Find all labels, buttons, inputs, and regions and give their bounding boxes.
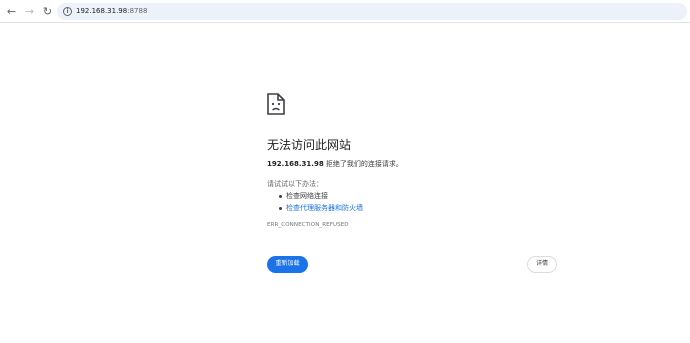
sad-page-icon xyxy=(267,93,285,115)
host-name: 192.168.31.98 xyxy=(267,160,324,168)
suggestion-list: 检查网络连接 检查代理服务器和防火墙 xyxy=(278,190,363,214)
address-bar[interactable]: i 192.168.31.98:8788 xyxy=(57,3,687,20)
error-code: ERR_CONNECTION_REFUSED xyxy=(267,222,349,228)
description-text: 拒绝了我们的连接请求。 xyxy=(323,160,403,168)
details-button[interactable]: 详情 xyxy=(527,256,557,273)
url-port: :8788 xyxy=(127,7,148,15)
back-arrow-icon[interactable]: ← xyxy=(4,4,19,19)
reload-button[interactable]: 重新加载 xyxy=(267,256,308,273)
suggestion-check-network: 检查网络连接 xyxy=(278,190,363,202)
try-label: 请试试以下办法： xyxy=(267,180,323,188)
info-icon[interactable]: i xyxy=(63,7,72,16)
url-text[interactable]: 192.168.31.98:8788 xyxy=(76,6,147,17)
reload-icon[interactable]: ↻ xyxy=(40,4,55,19)
error-description: 192.168.31.98 拒绝了我们的连接请求。 xyxy=(267,159,403,169)
browser-toolbar: ← → ↻ i 192.168.31.98:8788 xyxy=(0,0,690,23)
url-host: 192.168.31.98 xyxy=(76,7,128,15)
suggestion-check-proxy-link[interactable]: 检查代理服务器和防火墙 xyxy=(278,202,363,214)
forward-arrow-icon[interactable]: → xyxy=(22,4,37,19)
page-title: 无法访问此网站 xyxy=(267,138,352,152)
